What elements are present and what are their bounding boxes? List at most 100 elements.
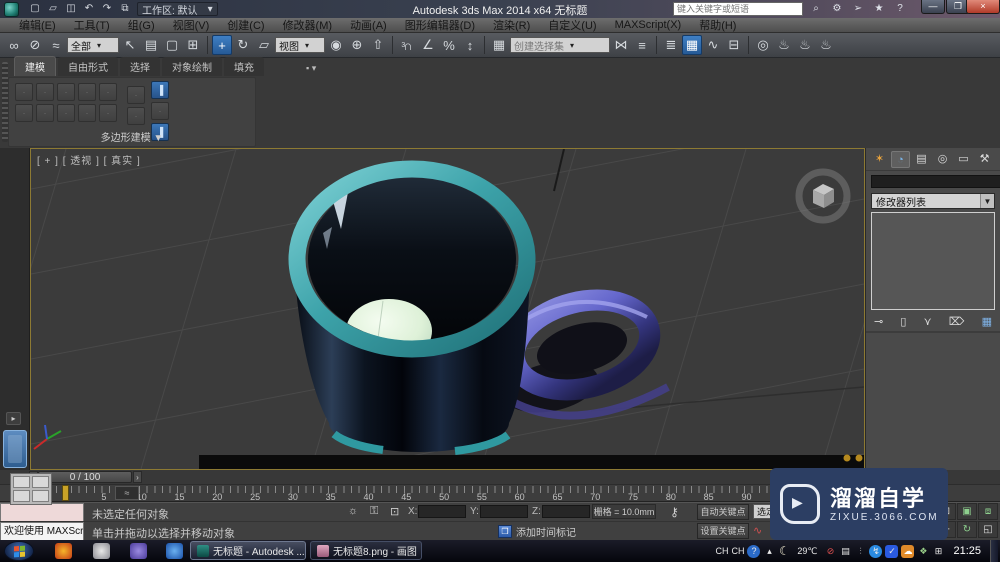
subobject-button[interactable]: ·: [78, 83, 96, 101]
bind-to-space-warp-icon[interactable]: ≈: [46, 35, 66, 55]
subobject-button[interactable]: ·: [36, 83, 54, 101]
muted-speaker-icon[interactable]: ⊘: [824, 546, 836, 557]
percent-snap-icon[interactable]: %: [439, 35, 459, 55]
ribbon-button[interactable]: ·: [127, 107, 145, 125]
display-tab-icon[interactable]: ▭: [954, 151, 973, 168]
fetch-icon[interactable]: ⧉: [117, 2, 133, 16]
thunder-app-icon[interactable]: ↯: [869, 544, 883, 558]
select-and-move-icon[interactable]: +: [212, 35, 232, 55]
utilities-tab-icon[interactable]: ⚒: [975, 151, 994, 168]
redo-icon[interactable]: ↷: [99, 2, 115, 16]
render-setup-icon[interactable]: ♨: [774, 35, 794, 55]
menu-item[interactable]: 编辑(E): [10, 17, 65, 33]
menu-item[interactable]: 组(G): [119, 17, 164, 33]
use-pivot-center-icon[interactable]: ◉: [326, 35, 346, 55]
viewport-label[interactable]: [ + ] [ 透视 ] [ 真实 ]: [37, 152, 141, 167]
ime-help-icon[interactable]: ?: [747, 544, 761, 558]
show-end-result-icon[interactable]: ▯: [900, 315, 906, 328]
pinned-app-icon[interactable]: [55, 543, 72, 559]
search-field[interactable]: [673, 2, 803, 16]
subobject-button[interactable]: ·: [99, 104, 117, 122]
z-coordinate-field[interactable]: [542, 505, 590, 518]
open-file-icon[interactable]: ▱: [45, 2, 61, 16]
maximize-viewport-icon[interactable]: ◱: [978, 521, 998, 538]
show-desktop-button[interactable]: [990, 540, 998, 562]
menu-item[interactable]: 帮助(H): [690, 17, 745, 33]
material-editor-icon[interactable]: ◎: [753, 35, 773, 55]
zoom-extents-icon[interactable]: ▣: [957, 503, 977, 520]
absolute-mode-icon[interactable]: ⊡: [390, 505, 399, 518]
search-icon[interactable]: ⌕: [807, 1, 825, 16]
set-key-button[interactable]: 设置关键点: [697, 523, 749, 539]
perspective-viewport[interactable]: [ + ] [ 透视 ] [ 真实 ]: [30, 148, 865, 470]
maxscript-welcome[interactable]: 欢迎使用 MAXScr: [0, 522, 84, 541]
subobject-button[interactable]: ·: [99, 83, 117, 101]
x-coordinate-field[interactable]: [418, 505, 466, 518]
keyboard-override-icon[interactable]: ⇧: [368, 35, 388, 55]
subobject-button[interactable]: ·: [57, 83, 75, 101]
pin-stack-icon[interactable]: ⊸: [874, 315, 883, 328]
spinner-snap-icon[interactable]: ↕: [460, 35, 480, 55]
angle-snap-icon[interactable]: ∠: [418, 35, 438, 55]
ribbon-tab[interactable]: 建模: [14, 56, 56, 76]
layout-flyout-arrow[interactable]: ▸: [6, 412, 21, 425]
modifier-list-dropdown[interactable]: 修改器列表 ▼: [871, 193, 995, 209]
menu-item[interactable]: 修改器(M): [274, 17, 342, 33]
network-signal-icon[interactable]: ⫶: [854, 546, 866, 557]
configure-modifier-sets-icon[interactable]: ▦: [982, 315, 992, 328]
menu-item[interactable]: 渲染(R): [484, 17, 539, 33]
menu-item[interactable]: 自定义(U): [539, 17, 605, 33]
selection-lock-icon[interactable]: ⚿: [370, 505, 378, 518]
windows-input-icon[interactable]: ⊞: [932, 546, 944, 557]
app-logo-icon[interactable]: [4, 1, 19, 17]
remove-modifier-icon[interactable]: ⌦: [949, 315, 965, 328]
viewport-canvas[interactable]: [31, 149, 864, 469]
start-button[interactable]: [4, 541, 34, 561]
undo-icon[interactable]: ↶: [81, 2, 97, 16]
subobject-button[interactable]: ·: [57, 104, 75, 122]
select-and-link-icon[interactable]: ∞: [4, 35, 24, 55]
motion-tab-icon[interactable]: ◎: [933, 151, 952, 168]
selection-filter-dropdown[interactable]: 全部 ▾: [67, 37, 119, 53]
panel-label[interactable]: 多边形建模 ▼: [9, 129, 255, 144]
auto-key-button[interactable]: 自动关键点: [697, 504, 749, 520]
hierarchy-tab-icon[interactable]: ▤: [912, 151, 931, 168]
new-file-icon[interactable]: ▢: [27, 2, 43, 16]
modifier-stack-list[interactable]: [871, 212, 995, 310]
graphite-ribbon-toggle-icon[interactable]: ▦: [682, 35, 702, 55]
ribbon-tab[interactable]: 选择: [120, 57, 160, 76]
ribbon-overflow-icon[interactable]: ▪ ▾: [300, 61, 322, 76]
object-name-field[interactable]: [871, 175, 1000, 188]
curve-editor-icon[interactable]: ∿: [703, 35, 723, 55]
taskbar-window-3dsmax[interactable]: 无标题 - Autodesk ...: [190, 541, 306, 560]
help-icon[interactable]: ?: [891, 1, 909, 16]
isolate-selection-icon[interactable]: ☼: [348, 505, 358, 517]
subobject-button[interactable]: ·: [36, 104, 54, 122]
time-slider-handle[interactable]: 0 / 100: [38, 471, 132, 483]
subobject-button[interactable]: ·: [15, 104, 33, 122]
select-object-icon[interactable]: ↖: [120, 35, 140, 55]
edit-named-sets-icon[interactable]: ▦: [489, 35, 509, 55]
select-and-rotate-icon[interactable]: ↻: [233, 35, 253, 55]
mirror-icon[interactable]: ⋈: [611, 35, 631, 55]
input-lang-indicator[interactable]: CH: [731, 546, 744, 556]
layer-manager-icon[interactable]: ≣: [661, 35, 681, 55]
close-button[interactable]: ×: [966, 0, 1000, 14]
taskbar-clock[interactable]: 21:25: [947, 545, 987, 557]
selection-region-icon[interactable]: ▢: [162, 35, 182, 55]
save-file-icon[interactable]: ◫: [63, 2, 79, 16]
select-and-manipulate-icon[interactable]: ⊕: [347, 35, 367, 55]
select-and-scale-icon[interactable]: ▱: [254, 35, 274, 55]
next-frame-button[interactable]: ›: [133, 471, 142, 483]
schematic-view-icon[interactable]: ⊟: [724, 35, 744, 55]
pinned-app-icon[interactable]: [93, 543, 110, 559]
subobject-button[interactable]: ·: [78, 104, 96, 122]
set-key-key-icon[interactable]: ⚷: [670, 505, 679, 519]
menu-item[interactable]: MAXScript(X): [606, 19, 691, 31]
maxscript-mini-listener[interactable]: [0, 503, 84, 522]
y-coordinate-field[interactable]: [480, 505, 528, 518]
named-selection-sets-dropdown[interactable]: 创建选择集 ▾: [510, 37, 610, 53]
search-input[interactable]: [674, 3, 802, 15]
key-filters-icon[interactable]: ∿: [753, 524, 762, 537]
menu-item[interactable]: 动画(A): [341, 17, 396, 33]
